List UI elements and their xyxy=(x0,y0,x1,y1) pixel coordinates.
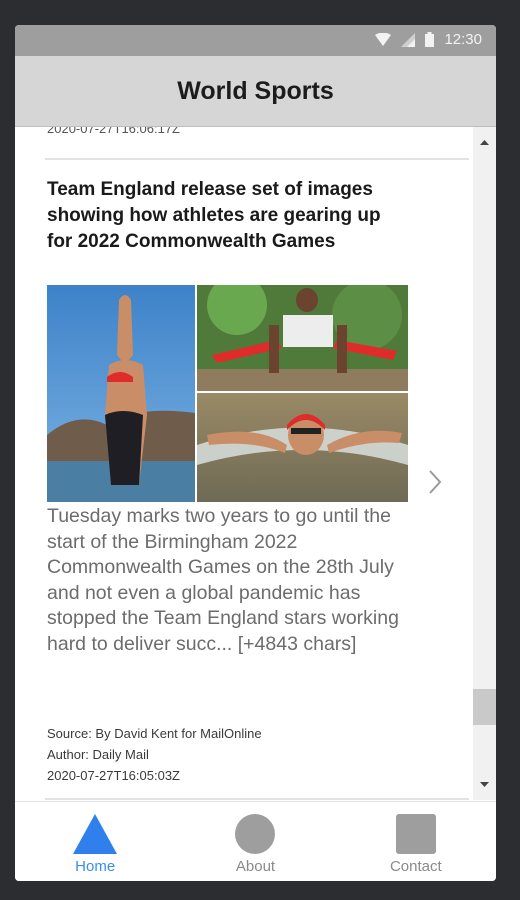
scrollbar-thumb[interactable] xyxy=(473,689,496,725)
article-date: 2020-07-27T16:05:03Z xyxy=(47,768,180,783)
nav-contact[interactable]: Contact xyxy=(336,802,496,881)
scroll-up-arrow-icon[interactable] xyxy=(477,135,492,150)
nav-contact-label: Contact xyxy=(389,858,442,875)
square-icon xyxy=(395,814,436,854)
article-author: Author: Daily Mail xyxy=(47,747,149,762)
signal-icon xyxy=(401,32,416,47)
article-meta: Source: By David Kent for MailOnline Aut… xyxy=(47,723,262,786)
nav-home[interactable]: Home xyxy=(15,802,175,881)
article-image[interactable] xyxy=(47,285,408,502)
nav-about-label: About xyxy=(235,858,276,875)
chevron-right-icon[interactable] xyxy=(425,467,445,497)
app-title: World Sports xyxy=(177,76,334,105)
article-title[interactable]: Team England release set of images showi… xyxy=(47,177,407,255)
article-divider xyxy=(45,158,469,160)
article-list[interactable]: 2020-07-27T16:06:17Z Team England releas… xyxy=(15,127,473,800)
previous-article-date: 2020-07-27T16:06:17Z xyxy=(47,127,180,136)
triangle-icon xyxy=(73,814,118,854)
article-divider xyxy=(45,798,469,800)
phone-screen: 12:30 World Sports 2020-07-27T16:06:17Z … xyxy=(15,25,496,881)
status-bar: 12:30 xyxy=(15,25,496,56)
battery-icon xyxy=(425,32,435,47)
status-icons: 12:30 xyxy=(375,31,482,48)
circle-icon xyxy=(235,814,276,854)
article-description: Tuesday marks two years to go until the … xyxy=(47,505,399,655)
scroll-down-arrow-icon[interactable] xyxy=(477,777,492,792)
wifi-icon xyxy=(375,32,392,46)
bottom-navigation: Home About Contact xyxy=(15,801,496,881)
nav-about[interactable]: About xyxy=(175,802,335,881)
status-time: 12:30 xyxy=(444,31,482,48)
scrollbar[interactable] xyxy=(473,127,496,800)
article-source: Source: By David Kent for MailOnline xyxy=(47,726,262,741)
nav-home-label: Home xyxy=(75,858,116,875)
app-bar: World Sports xyxy=(15,56,496,127)
